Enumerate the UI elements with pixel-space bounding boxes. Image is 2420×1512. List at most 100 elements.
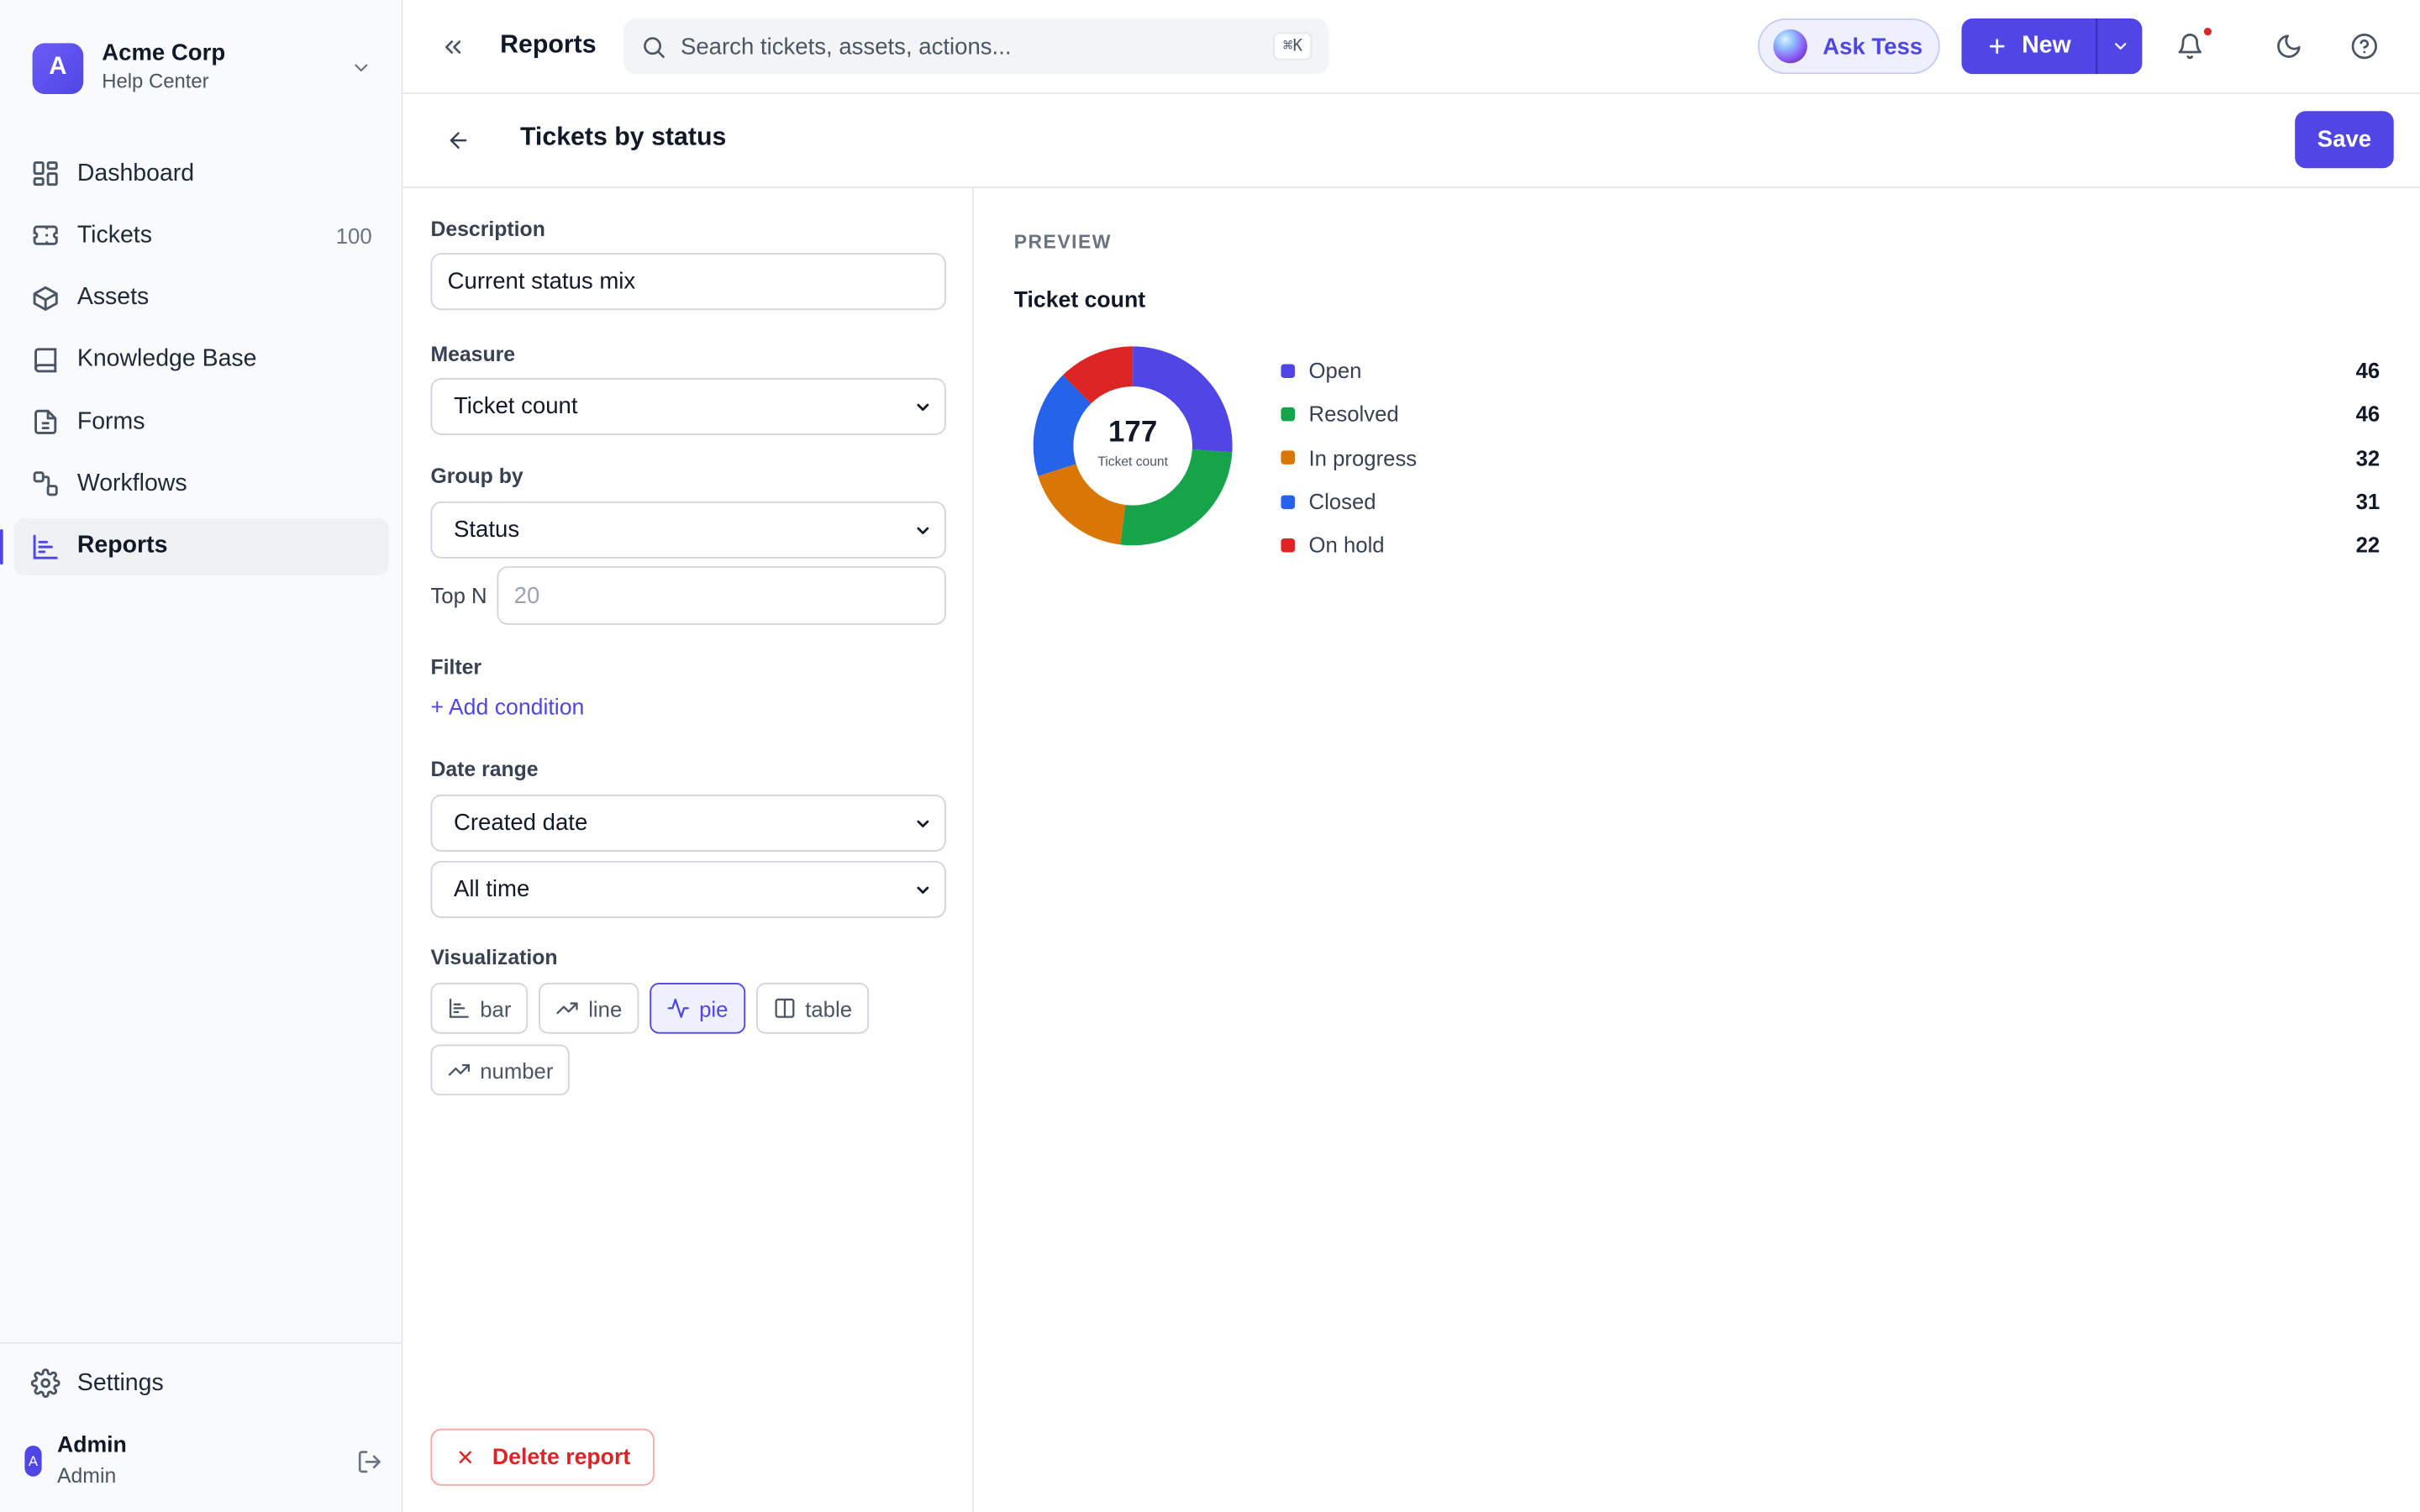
viz-number-label: number <box>480 1058 554 1083</box>
ask-tess-label: Ask Tess <box>1823 33 1923 60</box>
topbar: Reports ⌘K Ask Tess New <box>402 0 2420 95</box>
sidebar-item-label: Assets <box>76 284 150 311</box>
group-by-select[interactable]: Status <box>430 501 946 559</box>
trend-icon <box>448 1063 471 1076</box>
viz-pie-button[interactable]: pie <box>650 982 745 1034</box>
donut-chart: 177 Ticket count <box>1033 346 1233 546</box>
dashboard-icon <box>33 161 58 186</box>
legend-item: Open 46 <box>1281 349 2380 392</box>
viz-number-button[interactable]: number <box>430 1044 571 1096</box>
sidebar-item-label: Dashboard <box>76 160 195 186</box>
add-condition-link[interactable]: + Add condition <box>430 696 584 720</box>
search-bar[interactable]: ⌘K <box>623 18 1329 75</box>
sidebar-item-dashboard[interactable]: Dashboard <box>14 145 389 202</box>
bar-chart-icon <box>449 998 469 1018</box>
sidebar-nav: Dashboard Tickets 100 Assets Knowledge B… <box>0 145 389 580</box>
legend-swatch <box>1281 407 1295 422</box>
sidebar-item-label: Forms <box>76 408 145 435</box>
new-button-group: New <box>1961 18 2143 75</box>
viz-table-button[interactable]: table <box>755 982 870 1034</box>
measure-select[interactable]: Ticket count <box>430 377 946 435</box>
donut-center-label: Ticket count <box>1097 455 1168 470</box>
org-subtitle: Help Center <box>102 69 209 93</box>
preview-label: PREVIEW <box>1013 231 1112 254</box>
sidebar-item-workflows[interactable]: Workflows <box>14 456 389 513</box>
moon-icon[interactable] <box>2275 33 2302 60</box>
arrow-left-icon[interactable] <box>446 128 471 152</box>
notifications-button[interactable] <box>2176 28 2212 60</box>
cube-icon <box>33 286 58 311</box>
group-by-label: Group by <box>430 464 523 488</box>
report-editor: Description Current status mix Measure T… <box>402 188 2420 1512</box>
description-field[interactable]: Current status mix <box>430 253 946 311</box>
legend-value: 46 <box>2355 402 2381 427</box>
chart-legend: Open 46 Resolved 46 In progress 32 Closed 31 On … <box>1281 349 2380 567</box>
date-range-label: Date range <box>430 757 539 781</box>
legend-item: In progress 32 <box>1281 436 2380 480</box>
sidebar-item-tickets[interactable]: Tickets 100 <box>14 207 389 265</box>
user-profile[interactable]: A Admin Admin <box>24 1431 382 1492</box>
viz-line-button[interactable]: line <box>539 982 639 1034</box>
chart-icon <box>33 534 58 559</box>
legend-label: Closed <box>1308 489 1376 514</box>
delete-report-label: Delete report <box>492 1445 631 1470</box>
chevron-down-icon <box>917 402 929 411</box>
org-switcher[interactable]: A Acme Corp Help Center <box>32 40 372 96</box>
sidebar-item-label: Tickets <box>76 222 152 249</box>
new-dropdown-button[interactable] <box>2096 18 2142 75</box>
sidebar-item-assets[interactable]: Assets <box>14 270 389 327</box>
top-n-input[interactable] <box>497 566 946 625</box>
report-preview: PREVIEW Ticket count 177 Ticket count Op… <box>974 188 2420 1512</box>
close-icon <box>459 1451 471 1463</box>
new-button[interactable]: New <box>1961 18 2096 74</box>
sidebar-item-forms[interactable]: Forms <box>14 394 389 451</box>
viz-pie-label: pie <box>699 995 729 1021</box>
help-icon[interactable] <box>2350 33 2378 60</box>
bell-icon <box>2178 34 2202 60</box>
legend-value: 31 <box>2355 489 2381 514</box>
legend-swatch <box>1281 450 1295 465</box>
logout-icon[interactable] <box>356 1448 382 1474</box>
avatar: A <box>24 1445 42 1477</box>
search-input[interactable] <box>680 33 1274 60</box>
delete-report-button[interactable]: Delete report <box>430 1428 655 1486</box>
report-config-panel: Description Current status mix Measure T… <box>402 188 974 1512</box>
report-header: Tickets by status Save <box>402 94 2420 189</box>
collapse-sidebar-icon[interactable] <box>439 34 466 60</box>
sidebar-item-label: Settings <box>76 1369 164 1396</box>
notification-dot <box>2203 28 2212 36</box>
filter-label: Filter <box>430 655 482 680</box>
sidebar-item-label: Knowledge Base <box>76 346 257 373</box>
viz-bar-button[interactable]: bar <box>430 982 529 1034</box>
trend-icon <box>556 1002 579 1015</box>
date-period-value: All time <box>453 876 530 903</box>
legend-item: On hold 22 <box>1281 523 2380 567</box>
sidebar-item-knowledge-base[interactable]: Knowledge Base <box>14 332 389 389</box>
description-label: Description <box>430 217 545 241</box>
chevron-down-icon <box>355 64 368 72</box>
legend-item: Resolved 46 <box>1281 392 2380 436</box>
ticket-count-badge: 100 <box>335 223 372 249</box>
donut-total: 177 <box>1108 415 1157 448</box>
sidebar-item-label: Reports <box>76 533 168 559</box>
chevron-down-icon <box>917 885 929 893</box>
chevron-down-icon <box>917 819 929 827</box>
legend-item: Closed 31 <box>1281 480 2380 523</box>
file-icon <box>34 410 57 435</box>
save-button[interactable]: Save <box>2295 111 2394 169</box>
new-button-label: New <box>2022 32 2071 59</box>
legend-value: 22 <box>2355 533 2381 558</box>
org-avatar: A <box>32 42 84 94</box>
ask-tess-button[interactable]: Ask Tess <box>1758 18 1940 75</box>
sidebar-item-settings[interactable]: Settings <box>30 1368 164 1398</box>
sidebar: A Acme Corp Help Center Dashboard Ticket… <box>0 0 403 1512</box>
legend-swatch <box>1281 363 1295 378</box>
measure-label: Measure <box>430 342 516 366</box>
sidebar-item-reports[interactable]: Reports <box>0 517 389 575</box>
date-period-select[interactable]: All time <box>430 860 946 918</box>
main-area: Reports ⌘K Ask Tess New <box>402 0 2420 1512</box>
date-field-select[interactable]: Created date <box>430 794 946 852</box>
visualization-label: Visualization <box>430 945 558 969</box>
search-shortcut: ⌘K <box>1273 32 1313 60</box>
search-icon <box>644 36 665 58</box>
